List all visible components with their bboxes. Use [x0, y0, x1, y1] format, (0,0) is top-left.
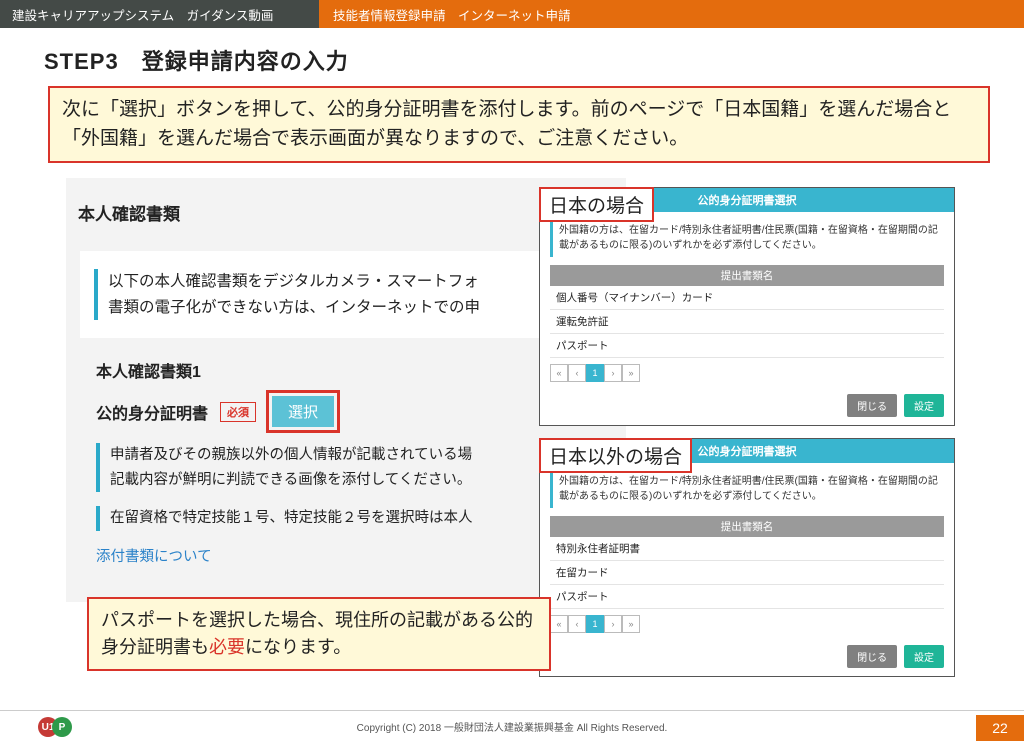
top-bar: 建設キャリアアップシステム ガイダンス動画 技能者情報登録申請 インターネット申…: [0, 0, 1024, 28]
popup-frn: 公的身分証明書選択 外国籍の方は、在留カード/特別永住者証明書/住民票(国籍・在…: [539, 438, 955, 677]
popup-frn-close-button[interactable]: 閉じる: [847, 645, 897, 668]
pager-page-1[interactable]: 1: [586, 364, 604, 382]
popup-frn-note: 外国籍の方は、在留カード/特別永住者証明書/住民票(国籍・在留資格・在留期間の記…: [550, 471, 944, 508]
select-button[interactable]: 選択: [272, 396, 334, 427]
pager-next-icon[interactable]: ›: [604, 615, 622, 633]
panel-intro-line2: 書類の電子化ができない方は、インターネットでの申: [108, 299, 480, 316]
popup-jp-row[interactable]: パスポート: [550, 334, 944, 358]
logo-icon: U1P: [38, 717, 72, 737]
popup-jp-pager: « ‹ 1 › »: [550, 364, 944, 382]
footer-bar: U1P Copyright (C) 2018 一般財団法人建設業振興基金 All…: [0, 710, 1024, 741]
popup-jp-set-button[interactable]: 設定: [904, 394, 944, 417]
pager-next-icon[interactable]: ›: [604, 364, 622, 382]
popup-jp-note: 外国籍の方は、在留カード/特別永住者証明書/住民票(国籍・在留資格・在留期間の記…: [550, 220, 944, 257]
popup-jp-row[interactable]: 個人番号（マイナンバー）カード: [550, 286, 944, 310]
pager-page-1[interactable]: 1: [586, 615, 604, 633]
topbar-left-text: 建設キャリアアップシステム ガイダンス動画: [0, 0, 319, 28]
popup-jp-col-header: 提出書類名: [550, 265, 944, 286]
copyright-text: Copyright (C) 2018 一般財団法人建設業振興基金 All Rig…: [0, 719, 1024, 734]
popup-jp-row[interactable]: 運転免許証: [550, 310, 944, 334]
note1: 申請者及びその親族以外の個人情報が記載されている場: [110, 447, 472, 463]
passport-note-red: 必要: [209, 637, 245, 657]
note2: 記載内容が鮮明に判読できる画像を添付してください。: [110, 472, 471, 488]
note-block-2: 在留資格で特定技能１号、特定技能２号を選択時は本人: [96, 506, 596, 531]
passport-note-post: になります。: [245, 637, 351, 657]
instruction-callout: 次に「選択」ボタンを押して、公的身分証明書を添付します。前のページで「日本国籍」…: [48, 86, 990, 163]
page-number: 22: [976, 715, 1024, 741]
popup-frn-row[interactable]: 在留カード: [550, 561, 944, 585]
pager-last-icon[interactable]: »: [622, 364, 640, 382]
popup-frn-set-button[interactable]: 設定: [904, 645, 944, 668]
required-badge: 必須: [220, 402, 256, 422]
panel-intro-line1: 以下の本人確認書類をデジタルカメラ・スマートフォ: [108, 273, 479, 290]
pager-first-icon[interactable]: «: [550, 615, 568, 633]
popup-jp-label: 日本の場合: [539, 187, 654, 222]
popup-jp-close-button[interactable]: 閉じる: [847, 394, 897, 417]
popup-jp: 公的身分証明書選択 外国籍の方は、在留カード/特別永住者証明書/住民票(国籍・在…: [539, 187, 955, 426]
select-button-highlight: 選択: [266, 390, 340, 433]
panel-intro: 以下の本人確認書類をデジタルカメラ・スマートフォ 書類の電子化ができない方は、イ…: [94, 269, 596, 320]
popup-frn-col-header: 提出書類名: [550, 516, 944, 537]
pager-prev-icon[interactable]: ‹: [568, 364, 586, 382]
passport-note-callout: パスポートを選択した場合、現住所の記載がある公的身分証明書も必要になります。: [87, 597, 551, 671]
popup-frn-row[interactable]: パスポート: [550, 585, 944, 609]
pager-first-icon[interactable]: «: [550, 364, 568, 382]
public-id-label: 公的身分証明書: [96, 400, 208, 424]
pager-last-icon[interactable]: »: [622, 615, 640, 633]
popup-frn-pager: « ‹ 1 › »: [550, 615, 944, 633]
note-block-1: 申請者及びその親族以外の個人情報が記載されている場 記載内容が鮮明に判読できる画…: [96, 443, 596, 492]
pager-prev-icon[interactable]: ‹: [568, 615, 586, 633]
popup-frn-row[interactable]: 特別永住者証明書: [550, 537, 944, 561]
step-title: STEP3 登録申請内容の入力: [44, 44, 1024, 76]
topbar-right-text: 技能者情報登録申請 インターネット申請: [319, 0, 1024, 28]
note3: 在留資格で特定技能１号、特定技能２号を選択時は本人: [110, 510, 473, 526]
popup-frn-label: 日本以外の場合: [539, 438, 692, 473]
